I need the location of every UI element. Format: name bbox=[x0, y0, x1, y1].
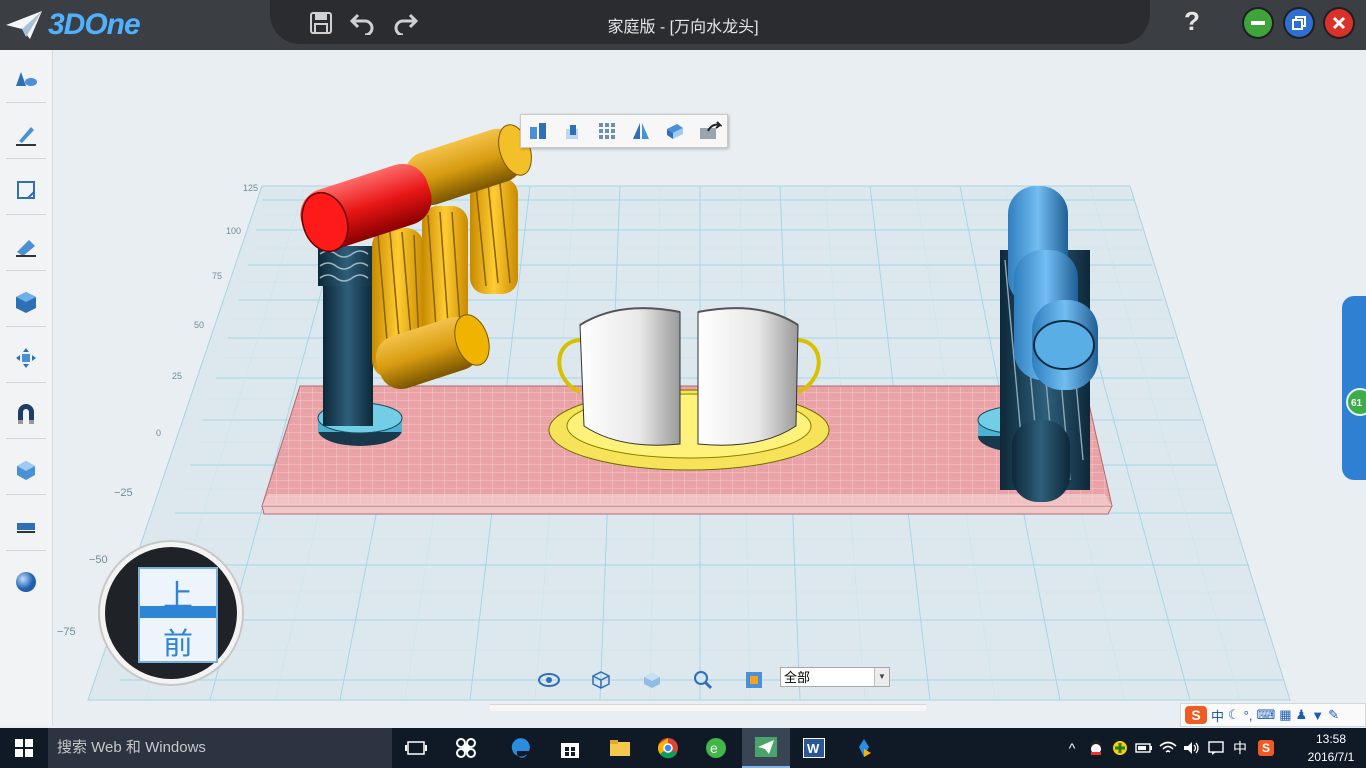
skin-icon[interactable]: ▼ bbox=[1311, 708, 1324, 723]
grid-label: 125 bbox=[243, 183, 258, 193]
sketch-edit-icon[interactable] bbox=[8, 170, 44, 210]
filter-value: 全部 bbox=[784, 670, 811, 685]
filter-dropdown[interactable]: 全部 ▼ bbox=[780, 667, 890, 687]
restore-button[interactable] bbox=[1285, 9, 1313, 37]
close-icon bbox=[1332, 16, 1346, 30]
restore-icon bbox=[1292, 16, 1306, 30]
explorer-icon[interactable] bbox=[596, 728, 644, 768]
grid-label: 100 bbox=[226, 226, 241, 236]
svg-text:W: W bbox=[807, 741, 820, 756]
punctuation-icon[interactable]: °, bbox=[1244, 708, 1253, 723]
assembly-icon[interactable] bbox=[8, 394, 44, 434]
zoom-icon[interactable] bbox=[691, 668, 715, 692]
security-icon[interactable] bbox=[1110, 738, 1130, 758]
sketch-icon[interactable] bbox=[8, 114, 44, 154]
chrome-icon[interactable] bbox=[644, 728, 692, 768]
shaded-icon[interactable] bbox=[640, 668, 664, 692]
sogou-logo-icon[interactable]: S bbox=[1185, 706, 1207, 724]
measure-icon[interactable] bbox=[8, 506, 44, 546]
chevron-up-icon[interactable]: ^ bbox=[1062, 738, 1082, 758]
moon-icon[interactable]: ☾ bbox=[1228, 707, 1240, 723]
volume-icon[interactable] bbox=[1182, 738, 1202, 758]
start-button[interactable] bbox=[0, 728, 48, 768]
store-icon[interactable] bbox=[546, 728, 594, 768]
clock-time: 13:58 bbox=[1315, 732, 1347, 746]
mirror-icon[interactable] bbox=[628, 118, 654, 144]
grid-label: −25 bbox=[114, 487, 133, 499]
3d-viewport[interactable]: 125 100 75 50 25 0 −25 −50 −75 上 前 全部 ▼ bbox=[53, 50, 1366, 726]
taskbar-search[interactable]: 搜索 Web 和 Windows bbox=[48, 728, 392, 768]
close-button[interactable] bbox=[1325, 9, 1353, 37]
view-eye-icon[interactable] bbox=[537, 668, 561, 692]
grid-label: 75 bbox=[212, 271, 222, 281]
svg-text:e: e bbox=[710, 740, 718, 756]
wrench-icon[interactable]: ✎ bbox=[1328, 707, 1339, 723]
scene-canvas[interactable]: 125 100 75 50 25 0 −25 −50 −75 bbox=[53, 50, 1366, 726]
battery-icon[interactable] bbox=[1134, 738, 1154, 758]
feature-floating-toolbar bbox=[520, 114, 728, 148]
taskbar-clock[interactable]: 13:58 2016/7/1 bbox=[1296, 730, 1366, 766]
chevron-down-icon[interactable]: ▼ bbox=[874, 668, 889, 686]
view-front-label[interactable]: 前 bbox=[140, 619, 216, 663]
align-icon[interactable] bbox=[525, 118, 551, 144]
export-icon[interactable] bbox=[697, 118, 723, 144]
grid-label: −50 bbox=[89, 554, 108, 566]
browser-360-icon[interactable]: e bbox=[692, 728, 740, 768]
grid-label: −75 bbox=[57, 626, 76, 638]
sogou-tray-icon[interactable]: S bbox=[1256, 738, 1276, 758]
feature-icon[interactable] bbox=[8, 226, 44, 266]
maple-icon[interactable] bbox=[840, 728, 888, 768]
word-icon[interactable]: W bbox=[790, 728, 838, 768]
fit-view-icon[interactable] bbox=[742, 668, 766, 692]
keyboard-icon[interactable]: ⌨ bbox=[1256, 707, 1275, 723]
clock-date: 2016/7/1 bbox=[1307, 750, 1355, 764]
ime-toolbar[interactable]: S 中 ☾ °, ⌨ ▦ ♟ ▼ ✎ bbox=[1180, 703, 1366, 727]
window-title: 家庭版 - [万向水龙头] bbox=[607, 19, 759, 36]
basic-solid-icon[interactable] bbox=[8, 58, 44, 98]
minimize-button[interactable] bbox=[1244, 9, 1272, 37]
edge-icon[interactable] bbox=[496, 728, 544, 768]
help-button[interactable]: ? bbox=[1184, 6, 1200, 37]
combine-icon[interactable] bbox=[8, 450, 44, 490]
grid-icon[interactable]: ▦ bbox=[1279, 707, 1291, 723]
wireframe-icon[interactable] bbox=[589, 668, 613, 692]
minimize-icon bbox=[1251, 21, 1265, 25]
shell-icon[interactable] bbox=[662, 118, 688, 144]
ime-mode[interactable]: 中 bbox=[1211, 706, 1224, 725]
grid-label: 0 bbox=[156, 428, 161, 438]
extrude-icon[interactable] bbox=[559, 118, 585, 144]
grid-label: 50 bbox=[194, 320, 204, 330]
wifi-icon[interactable] bbox=[1158, 738, 1178, 758]
tool-sidebar bbox=[0, 50, 53, 726]
grid-label: 25 bbox=[172, 371, 182, 381]
array-icon[interactable] bbox=[594, 118, 620, 144]
task-view-icon[interactable] bbox=[392, 728, 440, 768]
view-cube-face[interactable]: 上 前 bbox=[138, 567, 218, 663]
side-panel-handle[interactable]: 61 bbox=[1342, 296, 1366, 480]
display-toolbar: 全部 ▼ bbox=[490, 664, 926, 712]
taskbar: 搜索 Web 和 Windows e W ^ 中 S 13:58 2016/7/… bbox=[0, 728, 1366, 768]
windows-logo-icon bbox=[15, 739, 33, 757]
progress-badge: 61 bbox=[1346, 388, 1366, 416]
3done-icon[interactable] bbox=[742, 728, 790, 768]
view-cube[interactable]: 上 前 bbox=[100, 542, 242, 684]
user-icon[interactable]: ♟ bbox=[1296, 707, 1308, 723]
qq-icon[interactable] bbox=[1086, 738, 1106, 758]
render-color-icon[interactable] bbox=[8, 562, 44, 602]
fan-app-icon[interactable] bbox=[442, 728, 490, 768]
transform-icon[interactable] bbox=[8, 338, 44, 378]
special-function-icon[interactable] bbox=[8, 282, 44, 322]
title-bar: 3DOne 家庭版 - [万向水龙头] ? bbox=[0, 0, 1366, 50]
tray-lang[interactable]: 中 bbox=[1230, 738, 1250, 758]
notification-icon[interactable] bbox=[1206, 738, 1226, 758]
